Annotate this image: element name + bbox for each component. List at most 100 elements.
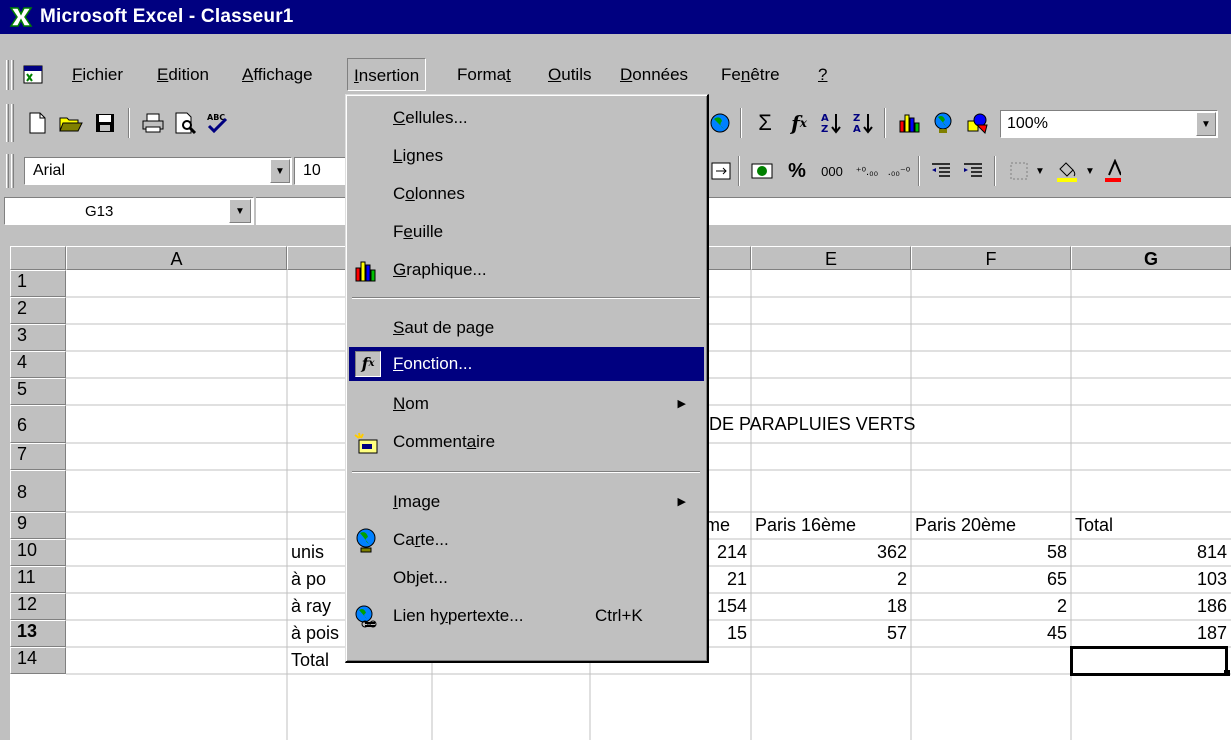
hyperlink-icon (353, 604, 379, 630)
map-globe-icon (353, 528, 379, 554)
menu-separator (352, 297, 700, 299)
submenu-arrow-icon: ▶ (677, 398, 686, 410)
font-color-icon[interactable] (1102, 156, 1124, 186)
menu-fichier[interactable]: Fichier (66, 58, 129, 91)
menu-fenetre[interactable]: Fenêtre (715, 58, 786, 91)
menu-item-objet[interactable]: Objet... (349, 561, 704, 595)
menu-separator (352, 471, 700, 473)
name-box[interactable]: G13 ▼ (4, 197, 254, 225)
workbook-icon[interactable] (22, 64, 46, 86)
cell-g9[interactable]: 814 (1071, 539, 1231, 566)
chevron-down-icon[interactable]: ▼ (1082, 156, 1098, 186)
print-icon[interactable] (138, 108, 168, 138)
menu-donnees[interactable]: Données (614, 58, 694, 91)
percent-icon[interactable]: % (782, 156, 812, 186)
svg-text:Z: Z (821, 124, 828, 135)
menu-insertion[interactable]: Insertion (347, 58, 427, 91)
toolbar-grip[interactable] (6, 154, 9, 188)
menu-item-nom[interactable]: Nom ▶ (349, 387, 704, 421)
function-icon: fx (355, 351, 381, 377)
cell-f9[interactable]: 58 (911, 539, 1071, 566)
menu-item-lien-hypertexte[interactable]: Lien hypertexte... Ctrl+K (349, 599, 704, 633)
menu-item-lignes[interactable]: Lignes (349, 139, 704, 173)
chart-wizard-icon[interactable] (894, 108, 924, 138)
cell-f11[interactable]: 2 (911, 593, 1071, 620)
menu-item-graphique[interactable]: Graphique... (349, 253, 704, 287)
cell-g8[interactable]: Total (1071, 512, 1231, 539)
save-icon[interactable] (90, 108, 120, 138)
menu-affichage[interactable]: Affichage (236, 58, 319, 91)
menu-item-commentaire[interactable]: Commentaire (349, 425, 704, 459)
decrease-indent-icon[interactable] (926, 156, 956, 186)
comment-icon (353, 430, 379, 456)
chevron-down-icon[interactable]: ▼ (1032, 156, 1048, 186)
increase-decimal-icon[interactable]: ⁺⁰.₀₀ (852, 156, 882, 186)
menu-item-saut-de-page[interactable]: Saut de page (349, 311, 704, 345)
font-name-box[interactable]: Arial ▼ (24, 157, 292, 185)
toolbar-grip-2[interactable] (11, 104, 14, 142)
menu-edition[interactable]: Edition (151, 58, 215, 91)
open-icon[interactable] (56, 108, 86, 138)
fill-color-icon[interactable] (1052, 156, 1082, 186)
excel-app-icon[interactable] (8, 6, 34, 28)
title-bar: Microsoft Excel - Classeur1 (0, 0, 1231, 34)
toolbar-grip[interactable] (6, 104, 9, 142)
menu-item-colonnes[interactable]: Colonnes (349, 177, 704, 211)
chevron-down-icon[interactable]: ▼ (229, 199, 251, 223)
menu-item-image[interactable]: Image ▶ (349, 485, 704, 519)
insertion-menu: Cellules... Lignes Colonnes Feuille Grap… (345, 94, 709, 663)
print-preview-icon[interactable] (170, 108, 200, 138)
cell-g10[interactable]: 103 (1071, 566, 1231, 593)
cell-e9[interactable]: 362 (751, 539, 911, 566)
borders-icon[interactable] (1004, 156, 1034, 186)
menubar-grip[interactable] (6, 60, 9, 90)
menu-item-cellules[interactable]: Cellules... (349, 101, 704, 135)
menu-item-feuille[interactable]: Feuille (349, 215, 704, 249)
shortcut-label: Ctrl+K (595, 606, 643, 625)
window-title: Microsoft Excel - Classeur1 (40, 6, 294, 27)
menu-outils[interactable]: Outils (542, 58, 597, 91)
cell-f8[interactable]: Paris 20ème (911, 512, 1071, 539)
merge-center-icon[interactable] (706, 156, 736, 186)
menubar-grip-2[interactable] (11, 60, 14, 90)
cell-d6[interactable]: DE PARAPLUIES VERTS (705, 405, 919, 443)
chevron-down-icon[interactable]: ▼ (1196, 112, 1216, 136)
font-size-value: 10 (303, 162, 321, 179)
paste-function-icon[interactable]: fx (784, 108, 814, 138)
cell-e8[interactable]: Paris 16ème (751, 512, 911, 539)
web-toolbar-icon[interactable] (705, 108, 735, 138)
increase-indent-icon[interactable] (958, 156, 988, 186)
menu-item-fonction[interactable]: fx Fonction... (349, 347, 704, 381)
cell-g12[interactable]: 187 (1071, 620, 1231, 647)
toolbar-grip-2[interactable] (11, 154, 14, 188)
toolbar-separator (918, 156, 920, 186)
map-icon[interactable] (928, 108, 958, 138)
chevron-down-icon[interactable]: ▼ (270, 159, 290, 183)
cell-f10[interactable]: 65 (911, 566, 1071, 593)
selected-cell-g13[interactable] (1070, 646, 1228, 676)
new-icon[interactable] (22, 108, 52, 138)
spelling-icon[interactable]: ABC (202, 108, 232, 138)
fill-handle[interactable] (1224, 670, 1230, 676)
cell-f12[interactable]: 45 (911, 620, 1071, 647)
cell-g11[interactable]: 186 (1071, 593, 1231, 620)
zoom-box[interactable]: 100% ▼ (1000, 110, 1218, 138)
sort-ascending-icon[interactable]: AZ (816, 108, 846, 138)
menu-format[interactable]: Format (451, 58, 517, 91)
cell-e12[interactable]: 57 (751, 620, 911, 647)
toolbar-separator (884, 108, 886, 138)
drawing-icon[interactable] (962, 108, 992, 138)
autosum-icon[interactable]: Σ (750, 108, 780, 138)
sort-descending-icon[interactable]: ZA (848, 108, 878, 138)
font-size-box[interactable]: 10 (294, 157, 346, 185)
name-box-value: G13 (85, 202, 114, 220)
cell-e10[interactable]: 2 (751, 566, 911, 593)
currency-icon[interactable] (748, 156, 778, 186)
decrease-decimal-icon[interactable]: .₀₀⁻⁰ (884, 156, 914, 186)
menu-aide[interactable]: ? (812, 58, 833, 91)
toolbar-separator (994, 156, 996, 186)
toolbar-separator (740, 108, 742, 138)
menu-item-carte[interactable]: Carte... (349, 523, 704, 557)
cell-e11[interactable]: 18 (751, 593, 911, 620)
thousands-separator-icon[interactable]: 000 (814, 156, 850, 186)
